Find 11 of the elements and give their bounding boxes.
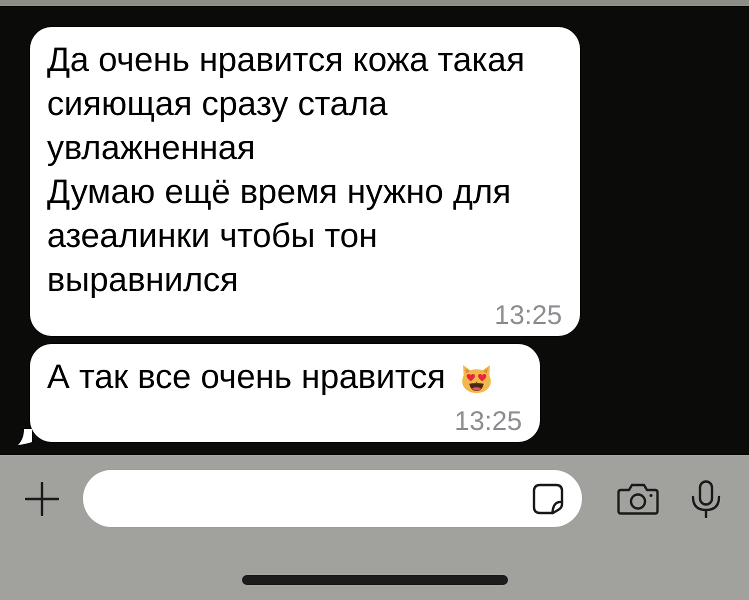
message-time: 13:25 (454, 408, 522, 434)
message-text: Да очень нравится кожа такая сияющая сразу стала увлажненная Думаю ещё время нужно для азеалинки чтобы тон выравнился (47, 40, 525, 301)
microphone-button[interactable] (691, 480, 721, 518)
microphone-icon (691, 480, 721, 518)
add-button[interactable] (25, 482, 59, 516)
message-text: А так все очень нравится (47, 357, 446, 398)
message-time: 13:25 (494, 302, 562, 328)
sticker-icon[interactable] (531, 482, 565, 516)
camera-icon (617, 482, 659, 514)
plus-icon (25, 482, 59, 516)
camera-button[interactable] (617, 482, 659, 514)
